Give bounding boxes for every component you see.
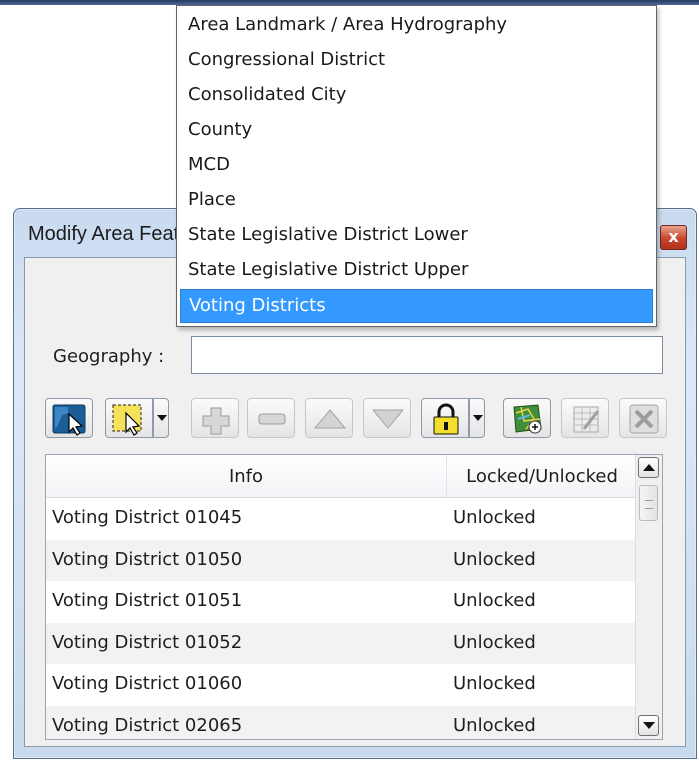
lock-button[interactable] [421,398,469,438]
triangle-up-icon [313,409,347,429]
dialog-client-area: Geography : Info Locked/Unlocked Voting … [24,257,686,747]
remove-button[interactable] [247,398,295,438]
minus-icon [258,413,286,425]
select-area-dropdown-arrow[interactable] [153,398,169,438]
table-row[interactable]: Voting District 01045 Unlocked [46,498,636,540]
dropdown-option[interactable]: Congressional District [180,44,653,78]
dropdown-option[interactable]: Consolidated City [180,79,653,113]
table-row[interactable]: Voting District 01050 Unlocked [46,539,636,582]
table-row[interactable]: Voting District 01051 Unlocked [46,581,636,623]
dropdown-option[interactable]: Area Landmark / Area Hydrography [180,9,653,43]
dropdown-option[interactable]: State Legislative District Lower [180,219,653,253]
scroll-up-button[interactable] [638,457,659,478]
geography-label: Geography : [53,346,165,367]
vertical-scrollbar[interactable] [635,455,662,739]
add-button[interactable] [191,398,239,438]
table-edit-icon [573,406,600,433]
delete-button[interactable] [619,398,667,438]
geography-dropdown-list: Area Landmark / Area Hydrography Congres… [176,5,657,327]
dropdown-option[interactable]: Place [180,184,653,218]
table-row[interactable]: Voting District 01052 Unlocked [46,622,636,665]
cell-info: Voting District 02065 [52,714,243,736]
triangle-down-icon [371,409,405,429]
features-table[interactable]: Info Locked/Unlocked Voting District 010… [45,454,663,740]
cell-locked: Unlocked [453,673,536,695]
geography-select[interactable] [191,336,663,374]
cell-locked: Unlocked [453,631,536,653]
select-area-button[interactable] [105,398,153,438]
cell-locked: Unlocked [453,590,536,612]
close-button[interactable]: x [660,225,687,250]
select-feature-button[interactable] [45,398,93,438]
move-down-button[interactable] [363,398,411,438]
cell-info: Voting District 01050 [52,548,243,570]
dropdown-option[interactable]: State Legislative District Upper [180,254,653,288]
cell-info: Voting District 01060 [52,673,243,695]
move-up-button[interactable] [305,398,353,438]
cell-locked: Unlocked [453,714,536,736]
cell-info: Voting District 01052 [52,631,243,653]
close-icon: x [668,227,679,246]
cell-info: Voting District 01051 [52,590,243,612]
select-area-icon [112,404,142,436]
map-button[interactable] [503,398,551,438]
cell-locked: Unlocked [453,507,536,528]
column-header-locked[interactable]: Locked/Unlocked [446,455,637,497]
map-add-icon [513,404,542,434]
plus-icon [202,407,230,435]
cell-locked: Unlocked [453,548,536,570]
table-header: Info Locked/Unlocked [46,455,636,498]
select-feature-icon [52,404,86,436]
lock-icon [433,403,459,435]
column-header-info[interactable]: Info [46,455,446,497]
dropdown-option[interactable]: County [180,114,653,148]
lock-dropdown-arrow[interactable] [469,398,485,438]
dropdown-option-selected[interactable]: Voting Districts [180,289,653,323]
table-row[interactable]: Voting District 02065 Unlocked [46,705,636,739]
cell-info: Voting District 01045 [52,507,243,528]
scroll-down-button[interactable] [638,715,659,736]
dropdown-option[interactable]: MCD [180,149,653,183]
scrollbar-thumb[interactable] [639,485,658,521]
table-row[interactable]: Voting District 01060 Unlocked [46,664,636,706]
edit-table-button[interactable] [561,398,609,438]
x-icon [629,404,659,434]
